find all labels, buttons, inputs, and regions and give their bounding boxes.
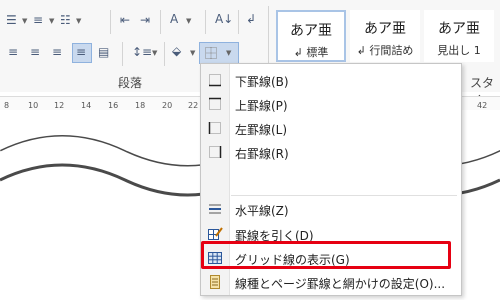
menu-item-label: 上罫線(P) — [235, 99, 288, 113]
chevron-down-icon[interactable]: ▼ — [226, 50, 231, 57]
menu-item-label: 左罫線(L) — [235, 123, 288, 137]
align-right-icon[interactable]: ≡ — [52, 46, 62, 58]
increase-indent-icon[interactable]: ⇥ — [140, 14, 150, 26]
bullets-icon[interactable]: ☰ — [6, 14, 17, 26]
divider — [122, 42, 123, 66]
line-spacing-icon[interactable]: ↕≡ — [132, 46, 152, 58]
menu-separator — [231, 195, 457, 196]
bottom-border-icon — [209, 74, 221, 87]
style-sample: あア亜 — [290, 23, 332, 39]
ruler-tick: 10 — [28, 101, 39, 110]
paragraph-group-label: 段落 — [117, 76, 142, 90]
justify-icon: ≡ — [76, 45, 87, 59]
ruler-tick: 18 — [135, 101, 146, 110]
divider — [160, 10, 161, 34]
distributed-icon[interactable]: ▤ — [98, 46, 109, 58]
highlight-box — [201, 241, 451, 269]
menu-item-top-border[interactable]: 上罫線(P) — [201, 92, 461, 116]
left-border-icon — [208, 122, 221, 134]
style-standard[interactable]: あア亜 ↲ 標準 — [276, 10, 346, 62]
chevron-down-icon[interactable]: ▼ — [49, 18, 54, 25]
menu-item-label: 線種とページ罫線と網かけの設定(O)... — [235, 277, 446, 291]
divider — [110, 10, 111, 34]
style-sample: あア亜 — [438, 21, 480, 37]
border-none-icon — [205, 47, 217, 59]
shading-icon[interactable]: ⬙ — [172, 45, 181, 57]
ruler-tick: 12 — [54, 101, 65, 110]
style-name: 見出し 1 — [437, 44, 481, 57]
style-sample: あア亜 — [364, 21, 406, 37]
numbering-icon[interactable]: ≡ — [33, 14, 43, 26]
ruler-tick: 16 — [108, 101, 119, 110]
menu-item-left-border[interactable]: 左罫線(L) — [201, 116, 461, 140]
ruler-tick: 22 — [188, 101, 199, 110]
decrease-indent-icon[interactable]: ⇤ — [120, 14, 130, 26]
chevron-down-icon[interactable]: ▼ — [22, 18, 27, 25]
divider — [238, 10, 239, 34]
divider — [164, 42, 165, 66]
divider — [205, 10, 206, 34]
draw-table-icon — [208, 227, 223, 240]
multilevel-list-icon[interactable]: ☷ — [60, 14, 71, 26]
horizontal-line-icon — [209, 204, 221, 214]
ruler-tick: 20 — [162, 101, 173, 110]
style-no-spacing[interactable]: あア亜 ↲ 行間詰め — [350, 10, 420, 62]
sort-icon[interactable]: A↓ — [215, 13, 233, 25]
style-name: ↲ 標準 — [293, 46, 329, 59]
chevron-down-icon[interactable]: ▼ — [76, 18, 81, 25]
align-left-icon[interactable]: ≡ — [8, 46, 18, 58]
right-border-icon — [209, 146, 222, 158]
chevron-down-icon[interactable]: ▼ — [152, 50, 157, 57]
chevron-down-icon[interactable]: ▼ — [186, 18, 191, 25]
ruler-tick: 8 — [4, 101, 10, 110]
style-name: ↲ 行間詰め — [356, 44, 414, 57]
chevron-down-icon[interactable]: ▼ — [190, 50, 195, 57]
menu-item-right-border[interactable]: 右罫線(R) — [201, 140, 461, 164]
borders-shading-dialog-icon — [210, 275, 220, 289]
ruler-tick: 42 — [477, 101, 488, 110]
show-paragraph-marks-icon[interactable]: ↲ — [246, 13, 256, 25]
top-border-icon — [209, 97, 221, 110]
menu-item-label: 下罫線(B) — [235, 75, 289, 89]
menu-item-borders-and-shading[interactable]: 線種とページ罫線と網かけの設定(O)... — [201, 270, 461, 294]
menu-item-bottom-border[interactable]: 下罫線(B) — [201, 68, 461, 92]
menu-item-label: 水平線(Z) — [235, 204, 289, 218]
menu-item-horizontal-line[interactable]: 水平線(Z) — [201, 197, 461, 221]
text-direction-icon[interactable]: A — [170, 13, 178, 25]
ruler-tick: 14 — [81, 101, 92, 110]
align-center-icon[interactable]: ≡ — [30, 46, 40, 58]
style-heading-1[interactable]: あア亜 見出し 1 — [424, 10, 494, 62]
menu-item-label: 右罫線(R) — [235, 147, 289, 161]
